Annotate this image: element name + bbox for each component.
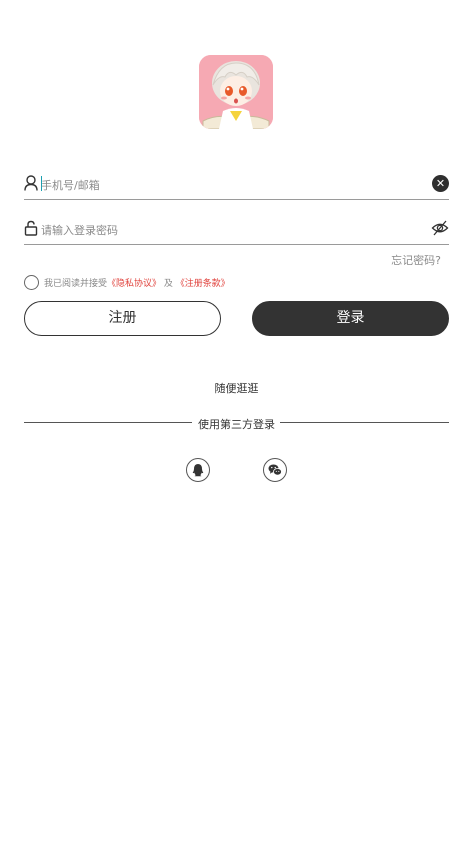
app-logo [199, 55, 273, 129]
wechat-login-button[interactable] [263, 458, 287, 482]
account-input[interactable] [41, 176, 411, 194]
lock-icon [24, 220, 38, 236]
register-button[interactable]: 注册 [24, 301, 221, 336]
clear-icon[interactable]: ✕ [432, 175, 449, 192]
eye-off-icon[interactable] [431, 219, 449, 237]
anime-avatar-logo-icon [199, 55, 273, 129]
account-field: ✕ [24, 173, 449, 200]
agreement-row: 我已阅读并接受《隐私协议》 及 《注册条款》 [24, 273, 230, 291]
third-party-label-wrap: 使用第三方登录 [24, 416, 449, 432]
qq-icon [192, 464, 204, 477]
login-button[interactable]: 登录 [252, 301, 449, 336]
agreement-checkbox[interactable] [24, 274, 39, 290]
password-field [24, 218, 449, 245]
qq-login-button[interactable] [186, 458, 210, 482]
agreement-prefix: 我已阅读并接受 [44, 278, 108, 289]
forgot-password-link[interactable]: 忘记密码? [391, 252, 441, 268]
third-party-divider: 使用第三方登录 [24, 415, 449, 431]
user-icon [24, 175, 38, 191]
agreement-and: 及 [163, 278, 173, 289]
agreement-text: 我已阅读并接受《隐私协议》 及 《注册条款》 [44, 276, 230, 289]
wechat-icon [268, 464, 282, 476]
terms-link[interactable]: 《注册条款》 [176, 279, 230, 289]
browse-as-guest-link[interactable]: 随便逛逛 [0, 380, 473, 396]
password-input[interactable] [41, 221, 411, 239]
privacy-policy-link[interactable]: 《隐私协议》 [107, 279, 161, 289]
third-party-label: 使用第三方登录 [194, 418, 279, 431]
